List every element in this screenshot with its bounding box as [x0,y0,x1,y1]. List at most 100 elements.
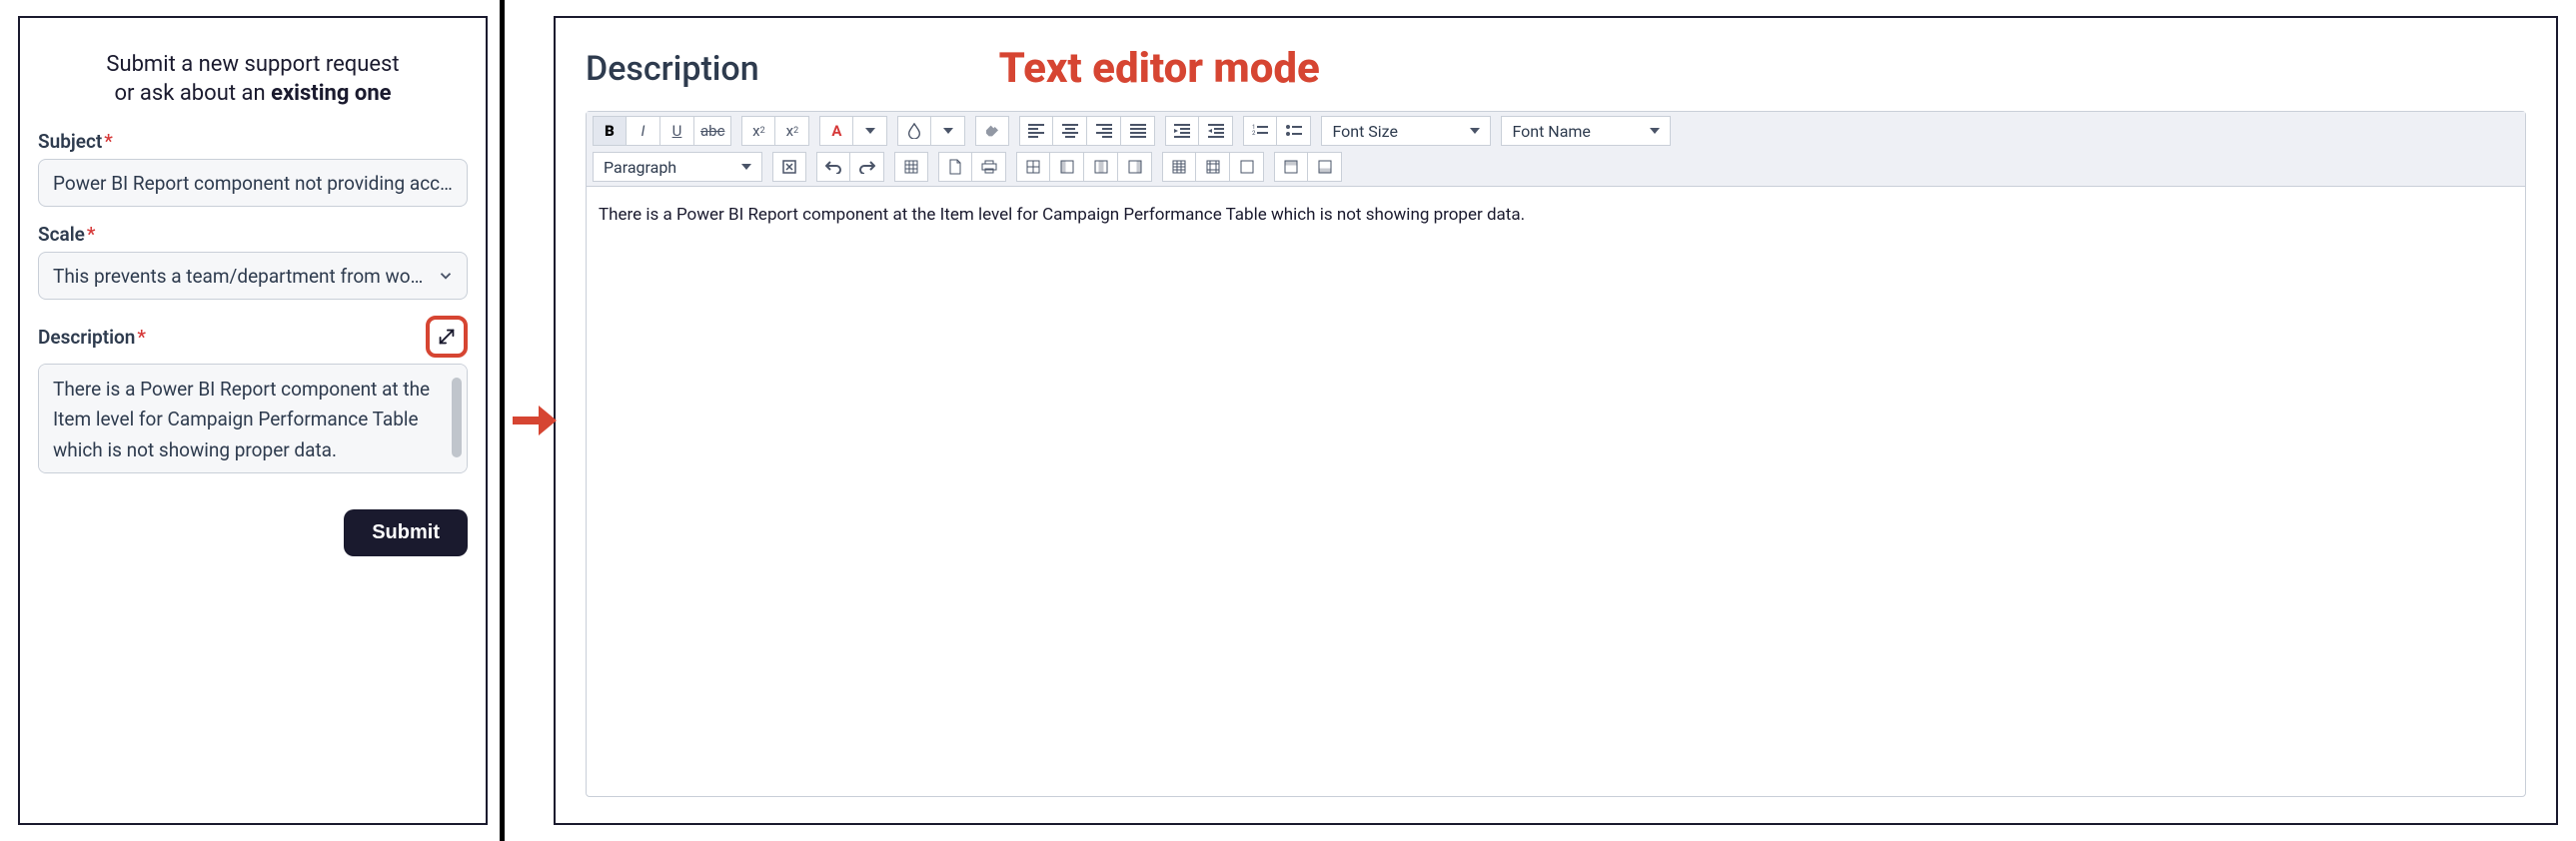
required-asterisk: * [137,326,146,349]
eraser-icon [984,123,1000,139]
scale-group: Scale* This prevents a team/department f… [38,223,468,300]
expand-editor-button[interactable] [426,316,468,358]
text-color-group: A [819,116,887,146]
ordered-list-icon: 12 [1252,124,1268,138]
undo-icon [825,160,841,174]
pdf-button[interactable] [938,152,972,182]
strikethrough-button[interactable]: abc [694,116,731,146]
indent-group [1165,116,1233,146]
submit-row: Submit [38,509,468,556]
subject-input[interactable] [38,159,468,207]
fullscreen-icon [782,160,796,174]
redo-button[interactable] [850,152,884,182]
table-op6-button[interactable] [1196,152,1230,182]
description-textarea[interactable]: There is a Power BI Report component at … [38,364,468,473]
underline-button[interactable]: U [660,116,694,146]
subscript-button[interactable]: x2 [741,116,775,146]
font-size-select[interactable]: Font Size [1321,116,1491,146]
align-left-button[interactable] [1019,116,1053,146]
table-op9-button[interactable] [1308,152,1342,182]
table-ops-group [1016,152,1152,182]
scale-selected-value: This prevents a team/department from wor… [53,265,427,288]
table-grid-icon [1026,160,1040,174]
description-group: Description* There is a Power BI Report … [38,316,468,473]
bg-color-button[interactable] [897,116,931,146]
bg-color-group [897,116,965,146]
form-title-line2-bold: existing one [271,81,391,106]
editor-panel: Description Text editor mode B I U abc x… [554,16,2558,825]
scrollbar-thumb[interactable] [452,378,462,457]
editor-label: Description [586,49,759,89]
required-asterisk: * [87,223,96,246]
redo-icon [859,160,875,174]
align-right-button[interactable] [1087,116,1121,146]
bg-color-dropdown[interactable] [931,116,965,146]
font-name-select[interactable]: Font Name [1501,116,1671,146]
align-justify-button[interactable] [1121,116,1155,146]
table-row-bottom-icon [1318,160,1332,174]
text-color-button[interactable]: A [819,116,853,146]
toolbar-row-2: Paragraph [593,152,2519,182]
pdf-icon [949,159,961,175]
text-color-dropdown[interactable] [853,116,887,146]
table-col-right-icon [1128,160,1142,174]
undo-button[interactable] [816,152,850,182]
fullscreen-button[interactable] [772,152,806,182]
indent-button[interactable] [1165,116,1199,146]
superscript-button[interactable]: x2 [775,116,809,146]
table-op5-button[interactable] [1162,152,1196,182]
table-op7-button[interactable] [1230,152,1264,182]
rich-text-editor: B I U abc x2 x2 A [586,111,2526,797]
description-label: Description* [38,326,146,349]
align-center-icon [1062,124,1078,138]
unordered-list-icon [1286,124,1302,138]
print-icon [981,160,997,174]
table-op2-button[interactable] [1050,152,1084,182]
table-mixed-icon [1206,160,1220,174]
italic-button[interactable]: I [627,116,660,146]
expand-icon [436,326,458,348]
history-group [816,152,884,182]
outdent-button[interactable] [1199,116,1233,146]
submit-button[interactable]: Submit [344,509,468,556]
table-ops2-group [1162,152,1264,182]
bold-button[interactable]: B [593,116,627,146]
editor-toolbar: B I U abc x2 x2 A [587,112,2525,187]
format-group: B I U abc [593,116,731,146]
align-group [1019,116,1155,146]
table-icon [904,160,918,174]
droplet-icon [907,123,921,139]
align-center-button[interactable] [1053,116,1087,146]
font-size-label: Font Size [1332,122,1398,141]
svg-text:2: 2 [1252,130,1256,137]
unordered-list-button[interactable] [1277,116,1311,146]
chevron-down-icon [741,164,751,170]
description-label-text: Description [38,326,135,349]
subject-label-text: Subject [38,130,102,153]
fullscreen-group [772,152,806,182]
table-dense-icon [1172,160,1186,174]
table-op4-button[interactable] [1118,152,1152,182]
description-header: Description* [38,316,468,358]
scale-label-text: Scale [38,223,85,246]
paragraph-select[interactable]: Paragraph [593,152,762,182]
insert-table-button[interactable] [894,152,928,182]
scale-label: Scale* [38,223,468,246]
clear-format-button[interactable] [975,116,1009,146]
scale-select[interactable]: This prevents a team/department from wor… [38,252,468,300]
font-name-label: Font Name [1512,122,1590,141]
ordered-list-button[interactable]: 12 [1243,116,1277,146]
divider-column [498,0,554,841]
table-col-mid-icon [1094,160,1108,174]
table-op1-button[interactable] [1016,152,1050,182]
editor-content-area[interactable]: There is a Power BI Report component at … [587,187,2525,796]
clear-format-group [975,116,1009,146]
print-button[interactable] [972,152,1006,182]
table-op3-button[interactable] [1084,152,1118,182]
required-asterisk: * [104,130,113,153]
table-border-icon [1240,160,1254,174]
table-op8-button[interactable] [1274,152,1308,182]
table-ops3-group [1274,152,1342,182]
list-group: 12 [1243,116,1311,146]
table-col-left-icon [1060,160,1074,174]
